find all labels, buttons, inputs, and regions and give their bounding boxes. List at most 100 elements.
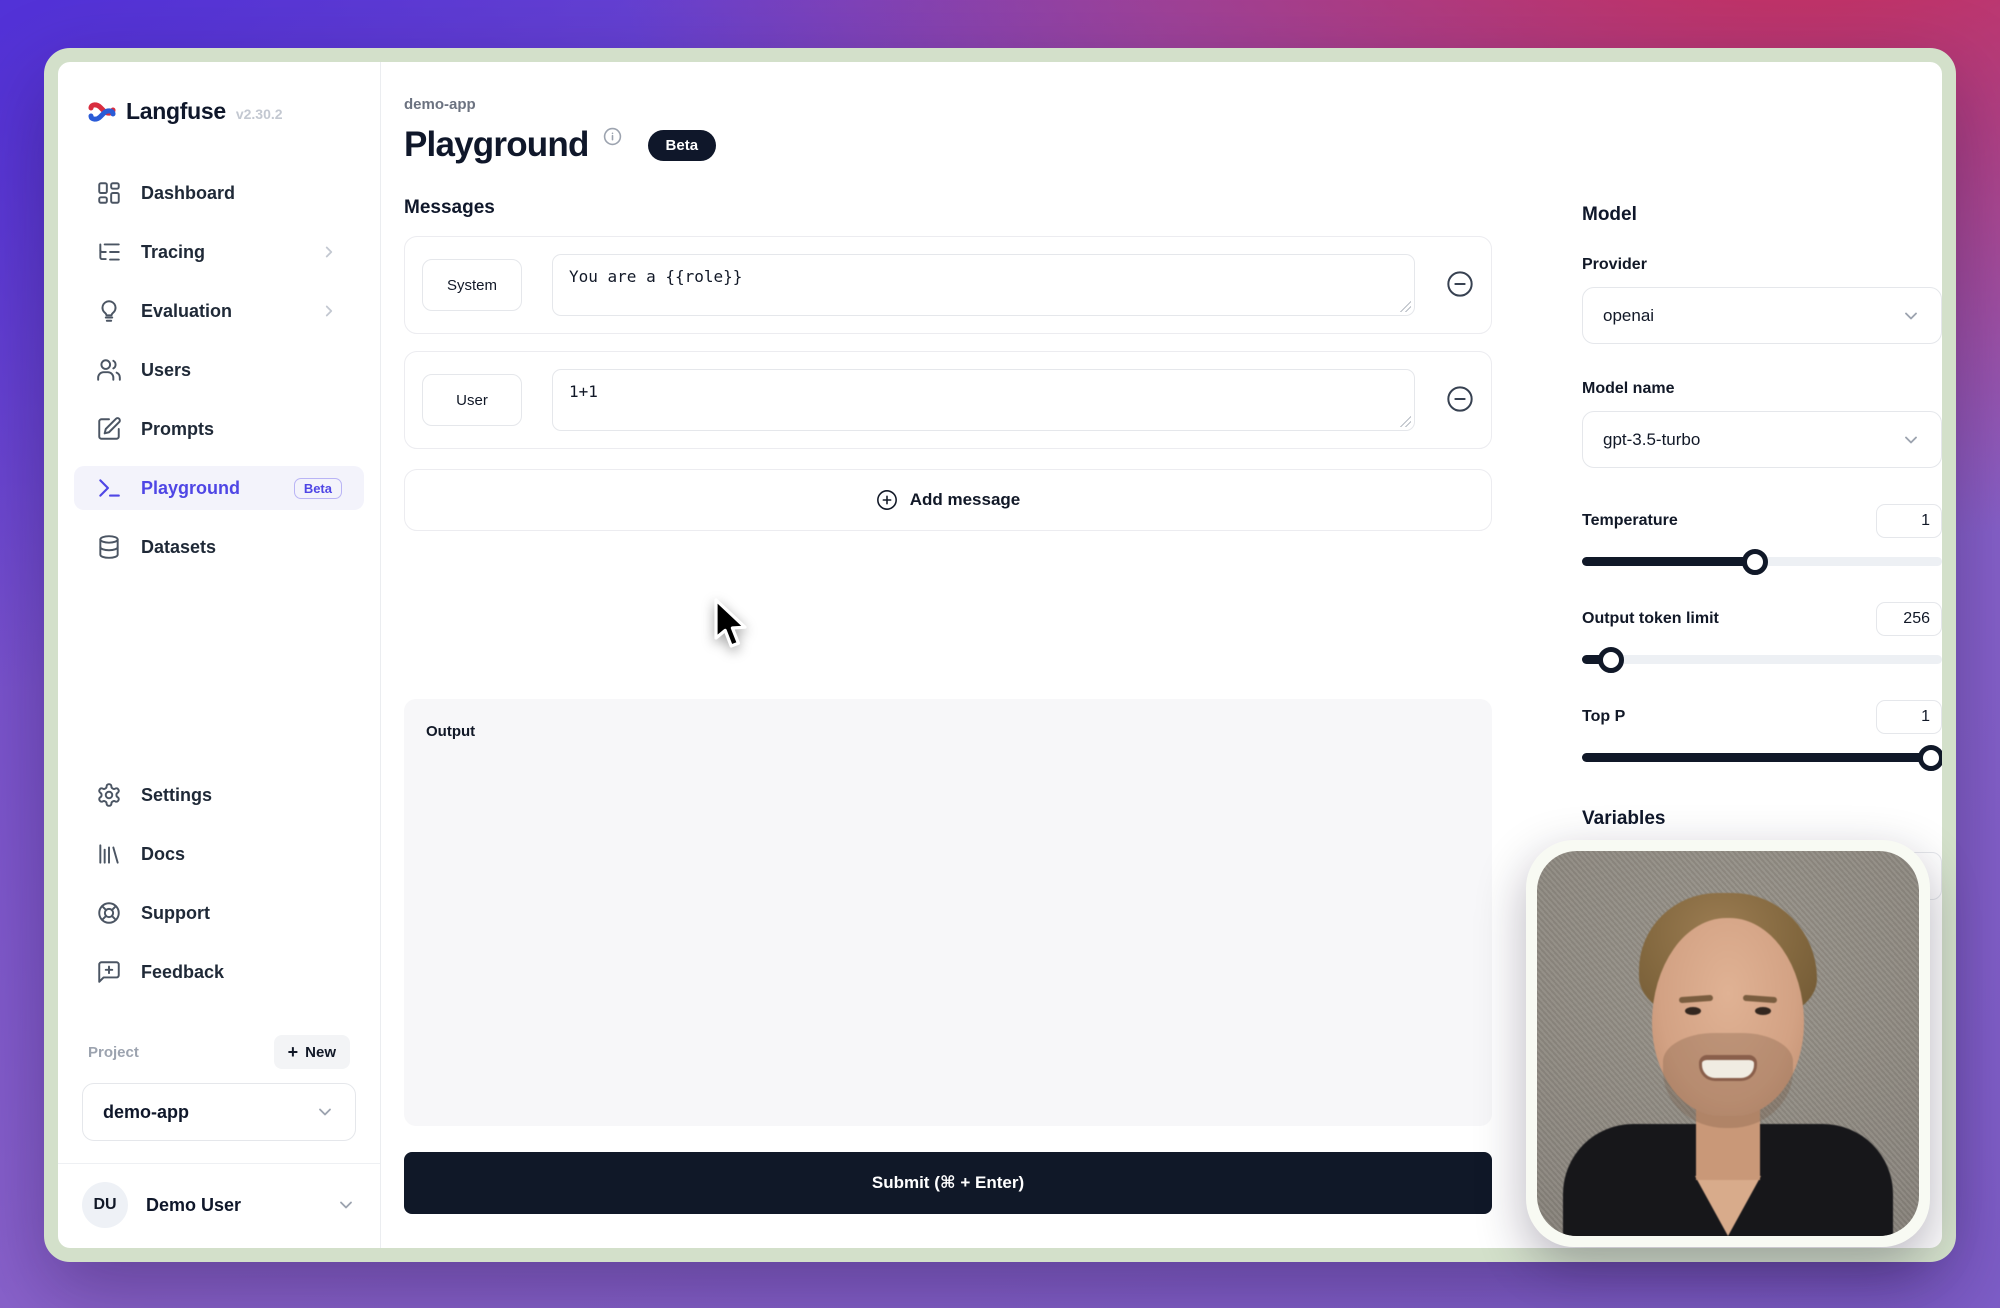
new-project-label: New <box>305 1044 336 1061</box>
tracing-icon <box>96 239 122 265</box>
temperature-slider[interactable] <box>1582 557 1942 566</box>
presenter-portrait <box>1537 851 1919 1236</box>
sidebar-item-label: Evaluation <box>141 301 232 322</box>
role-selector-button[interactable]: User <box>422 374 522 426</box>
logo: Langfuse v2.30.2 <box>58 98 380 125</box>
info-icon[interactable] <box>603 127 622 146</box>
sidebar-item-label: Docs <box>141 844 185 865</box>
output-panel: Output <box>404 699 1492 1126</box>
sidebar-item-label: Playground <box>141 478 240 499</box>
evaluation-icon <box>96 298 122 324</box>
mouse-cursor <box>712 598 758 657</box>
temperature-value-input[interactable]: 1 <box>1876 504 1942 538</box>
temperature-group: Temperature 1 <box>1582 504 1942 566</box>
app-version: v2.30.2 <box>236 106 283 122</box>
sidebar-item-prompts[interactable]: Prompts <box>74 407 364 451</box>
variables-section-title: Variables <box>1582 808 1942 830</box>
role-selector-button[interactable]: System <box>422 259 522 311</box>
output-token-limit-value-input[interactable]: 256 <box>1876 602 1942 636</box>
main-content: demo-app Playground Beta Messages System… <box>381 62 1516 1248</box>
sidebar-item-evaluation[interactable]: Evaluation <box>74 289 364 333</box>
temperature-label: Temperature <box>1582 512 1678 530</box>
message-row-system: System You are a {{role}} <box>404 236 1492 334</box>
avatar: DU <box>82 1182 128 1228</box>
sidebar-item-label: Prompts <box>141 419 214 440</box>
slider-thumb[interactable] <box>1598 647 1624 673</box>
slider-fill <box>1582 753 1931 762</box>
provider-value: openai <box>1603 306 1654 326</box>
provider-select[interactable]: openai <box>1582 287 1942 344</box>
output-token-limit-label: Output token limit <box>1582 610 1719 628</box>
sidebar-item-support[interactable]: Support <box>74 891 364 935</box>
datasets-icon <box>96 534 122 560</box>
plus-icon: + <box>288 1043 299 1061</box>
message-row-user: User 1+1 <box>404 351 1492 449</box>
project-select-value: demo-app <box>103 1102 189 1123</box>
remove-message-button[interactable] <box>1445 385 1475 415</box>
project-label: Project <box>88 1044 139 1061</box>
sidebar-item-datasets[interactable]: Datasets <box>74 525 364 569</box>
user-name: Demo User <box>146 1195 318 1216</box>
message-content-textarea[interactable]: You are a {{role}} <box>552 254 1415 316</box>
sidebar-item-label: Settings <box>141 785 212 806</box>
chevron-right-icon <box>316 243 342 261</box>
project-select[interactable]: demo-app <box>82 1083 356 1141</box>
sidebar-item-users[interactable]: Users <box>74 348 364 392</box>
chevron-down-icon <box>315 1102 335 1122</box>
sidebar-item-label: Users <box>141 360 191 381</box>
top-p-value-input[interactable]: 1 <box>1876 700 1942 734</box>
user-menu[interactable]: DU Demo User <box>58 1163 380 1228</box>
plus-circle-icon <box>876 489 898 511</box>
users-icon <box>96 357 122 383</box>
model-name-label: Model name <box>1582 380 1942 398</box>
model-name-value: gpt-3.5-turbo <box>1603 430 1700 450</box>
langfuse-logo-icon <box>88 101 116 123</box>
submit-button[interactable]: Submit (⌘ + Enter) <box>404 1152 1492 1214</box>
webcam-overlay <box>1526 840 1930 1247</box>
output-token-limit-group: Output token limit 256 <box>1582 602 1942 664</box>
output-label: Output <box>426 723 1470 740</box>
chevron-down-icon <box>1901 430 1921 450</box>
remove-message-button[interactable] <box>1445 270 1475 300</box>
project-block: Project + New demo-app <box>58 1009 380 1141</box>
sidebar-item-tracing[interactable]: Tracing <box>74 230 364 274</box>
new-project-button[interactable]: + New <box>274 1035 350 1069</box>
library-icon <box>96 841 122 867</box>
page-title: Playground <box>404 125 589 165</box>
minus-circle-icon <box>1446 270 1474 298</box>
sidebar-item-docs[interactable]: Docs <box>74 832 364 876</box>
sidebar-item-feedback[interactable]: Feedback <box>74 950 364 994</box>
sidebar-nav: Dashboard Tracing Evaluation Users Promp <box>58 171 380 584</box>
message-plus-icon <box>96 959 122 985</box>
sidebar-item-dashboard[interactable]: Dashboard <box>74 171 364 215</box>
breadcrumb[interactable]: demo-app <box>404 96 1516 113</box>
chevron-down-icon <box>1901 306 1921 326</box>
beta-badge: Beta <box>648 130 717 161</box>
sidebar-footer-nav: Settings Docs Support Feedback <box>58 773 380 1009</box>
messages-section-title: Messages <box>404 197 1516 219</box>
chevron-down-icon <box>336 1195 356 1215</box>
dashboard-icon <box>96 180 122 206</box>
minus-circle-icon <box>1446 385 1474 413</box>
slider-thumb[interactable] <box>1918 745 1944 771</box>
app-title: Langfuse <box>126 98 226 125</box>
sidebar-item-label: Datasets <box>141 537 216 558</box>
gear-icon <box>96 782 122 808</box>
lifebuoy-icon <box>96 900 122 926</box>
sidebar-item-label: Dashboard <box>141 183 235 204</box>
chevron-right-icon <box>316 302 342 320</box>
sidebar-item-playground[interactable]: Playground Beta <box>74 466 364 510</box>
top-p-label: Top P <box>1582 708 1625 726</box>
slider-thumb[interactable] <box>1742 549 1768 575</box>
top-p-slider[interactable] <box>1582 753 1942 762</box>
add-message-label: Add message <box>910 490 1021 510</box>
sidebar-item-label: Tracing <box>141 242 205 263</box>
playground-icon <box>96 475 122 501</box>
prompts-icon <box>96 416 122 442</box>
model-section-title: Model <box>1582 204 1942 226</box>
message-content-textarea[interactable]: 1+1 <box>552 369 1415 431</box>
output-token-limit-slider[interactable] <box>1582 655 1942 664</box>
model-name-select[interactable]: gpt-3.5-turbo <box>1582 411 1942 468</box>
sidebar-item-settings[interactable]: Settings <box>74 773 364 817</box>
add-message-button[interactable]: Add message <box>404 469 1492 531</box>
